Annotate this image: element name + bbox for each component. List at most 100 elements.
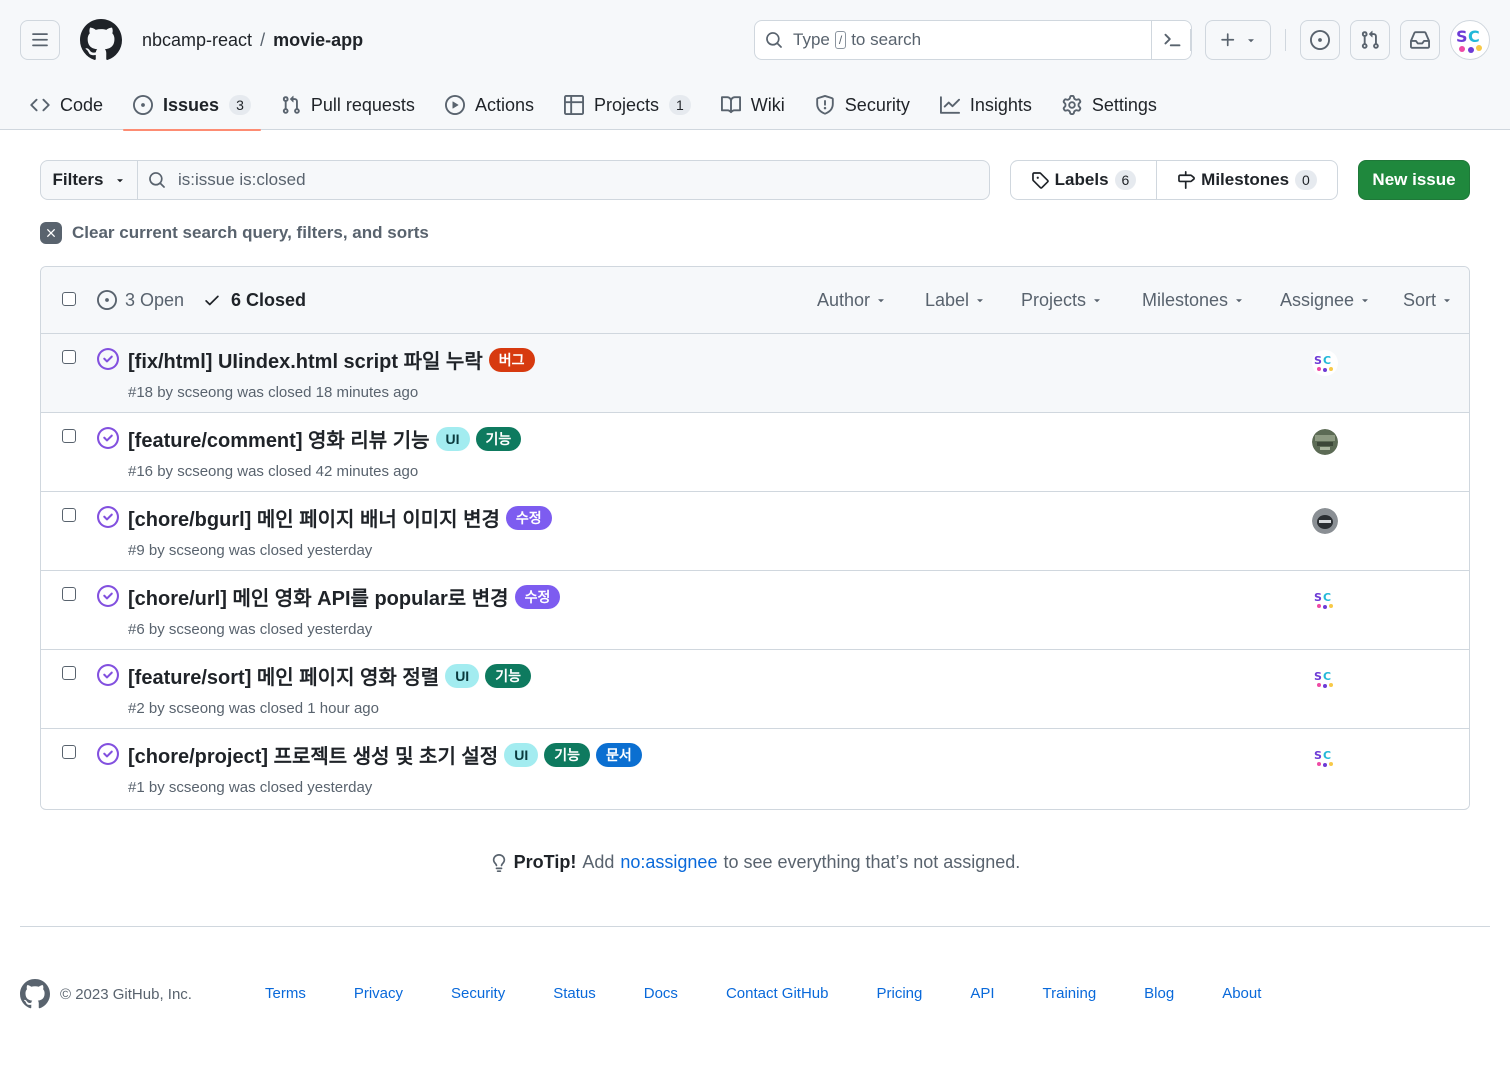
github-mark-icon[interactable] bbox=[20, 979, 50, 1009]
new-issue-button[interactable]: New issue bbox=[1358, 160, 1470, 200]
triangle-down-icon bbox=[1236, 299, 1242, 303]
issue-label[interactable]: 기능 bbox=[485, 663, 531, 688]
issue-label[interactable]: UI bbox=[435, 426, 470, 451]
milestones-filter-dropdown[interactable]: Milestones bbox=[1142, 290, 1245, 311]
filters-dropdown-button[interactable]: Filters bbox=[40, 160, 138, 200]
issue-row[interactable]: [chore/project] 프로젝트 생성 및 초기 설정 UI 기능 문서 #1 … bbox=[41, 729, 1469, 808]
issue-row[interactable]: [feature/sort] 메인 페이지 영화 정렬 UI 기능 #2 by scs… bbox=[41, 650, 1469, 729]
command-palette-button[interactable] bbox=[1151, 21, 1191, 59]
issue-label[interactable]: UI bbox=[445, 663, 480, 688]
footer-link-blog[interactable]: Blog bbox=[1144, 985, 1174, 1002]
light-bulb-icon bbox=[492, 853, 505, 872]
issue-title-link[interactable]: [chore/url] 메인 영화 API를 popular로 변경 bbox=[128, 582, 509, 611]
tab-label: Projects bbox=[593, 94, 659, 115]
search-icon bbox=[766, 32, 782, 48]
protip-link[interactable]: no:assignee bbox=[620, 852, 717, 873]
your-pull-requests-button[interactable] bbox=[1350, 20, 1390, 60]
issue-search-input[interactable] bbox=[178, 170, 878, 190]
sort-dropdown[interactable]: Sort bbox=[1403, 290, 1453, 311]
tab-security[interactable]: Security bbox=[805, 80, 920, 130]
issue-label[interactable]: 버그 bbox=[488, 347, 535, 372]
tab-insights[interactable]: Insights bbox=[930, 80, 1042, 130]
github-logo-icon[interactable] bbox=[80, 19, 122, 61]
issue-title-link[interactable]: [feature/sort] 메인 페이지 영화 정렬 bbox=[128, 661, 439, 690]
footer-link-privacy[interactable]: Privacy bbox=[354, 985, 403, 1002]
tab-settings[interactable]: Settings bbox=[1052, 80, 1167, 130]
issues-list: 3 Open 6 Closed Author Label Projects Mi… bbox=[40, 266, 1470, 810]
issue-closed-icon bbox=[97, 427, 119, 449]
issue-label[interactable]: 기능 bbox=[544, 742, 590, 767]
labels-milestones-group: Labels 6 Milestones 0 bbox=[1010, 160, 1338, 200]
svg-text:C: C bbox=[1468, 27, 1480, 46]
projects-filter-dropdown[interactable]: Projects bbox=[1021, 290, 1103, 311]
user-avatar[interactable]: SC bbox=[1450, 20, 1490, 60]
notifications-button[interactable] bbox=[1400, 20, 1440, 60]
author-filter-dropdown[interactable]: Author bbox=[817, 290, 887, 311]
assignee-filter-dropdown[interactable]: Assignee bbox=[1280, 290, 1371, 311]
footer-link-terms[interactable]: Terms bbox=[265, 985, 306, 1002]
issue-title-link[interactable]: [chore/bgurl] 메인 페이지 배너 이미지 변경 bbox=[128, 503, 500, 532]
issue-checkbox[interactable] bbox=[62, 745, 76, 759]
issue-checkbox[interactable] bbox=[62, 666, 76, 680]
issue-title-line: [fix/html] UIindex.html script 파일 누락 버그 bbox=[128, 345, 535, 374]
global-search-input[interactable]: Type / to search bbox=[754, 20, 1192, 60]
tab-actions[interactable]: Actions bbox=[435, 80, 544, 130]
issue-row[interactable]: [chore/url] 메인 영화 API를 popular로 변경 수정 #6 b… bbox=[41, 571, 1469, 650]
clear-search-link[interactable]: Clear current search query, filters, and… bbox=[40, 222, 429, 244]
issue-row[interactable]: [feature/comment] 영화 리뷰 기능 UI 기능 #16 by scs… bbox=[41, 413, 1469, 492]
footer-link-pricing[interactable]: Pricing bbox=[876, 985, 922, 1002]
open-issues-filter[interactable]: 3 Open bbox=[97, 290, 184, 311]
labels-button[interactable]: Labels 6 bbox=[1011, 161, 1156, 199]
issue-checkbox[interactable] bbox=[62, 350, 76, 364]
select-all-checkbox[interactable] bbox=[62, 292, 76, 306]
issue-label[interactable]: 수정 bbox=[505, 505, 552, 530]
issue-label[interactable]: 문서 bbox=[595, 742, 642, 767]
tab-code[interactable]: Code bbox=[20, 80, 113, 130]
footer-link-training[interactable]: Training bbox=[1043, 985, 1097, 1002]
issue-checkbox[interactable] bbox=[62, 587, 76, 601]
issue-label[interactable]: 기능 bbox=[475, 426, 522, 451]
footer-copyright: © 2023 GitHub, Inc. bbox=[60, 985, 192, 1003]
tab-projects[interactable]: Projects 1 bbox=[554, 80, 701, 130]
footer-link-about[interactable]: About bbox=[1222, 985, 1261, 1002]
issue-row[interactable]: [fix/html] UIindex.html script 파일 누락 버그 #1… bbox=[41, 334, 1469, 413]
repo-owner-link[interactable]: nbcamp-react bbox=[142, 30, 252, 51]
filters-label: Filters bbox=[52, 170, 104, 189]
search-shortcut-key: / bbox=[834, 31, 847, 49]
issue-label[interactable]: 수정 bbox=[514, 584, 561, 609]
assignee-avatar[interactable] bbox=[1312, 429, 1338, 455]
header-actions: SC bbox=[1186, 20, 1490, 60]
issue-checkbox[interactable] bbox=[62, 429, 76, 443]
footer-link-api[interactable]: API bbox=[970, 985, 994, 1002]
label-filter-dropdown[interactable]: Label bbox=[925, 290, 986, 311]
footer-link-security[interactable]: Security bbox=[451, 985, 505, 1002]
footer-link-status[interactable]: Status bbox=[553, 985, 596, 1002]
repo-name-link[interactable]: movie-app bbox=[273, 30, 363, 51]
create-new-button[interactable] bbox=[1205, 20, 1271, 60]
tab-label: Actions bbox=[474, 94, 534, 115]
selector-label: Assignee bbox=[1280, 289, 1355, 310]
issue-title-link[interactable]: [feature/comment] 영화 리뷰 기능 bbox=[128, 424, 430, 453]
issue-checkbox[interactable] bbox=[62, 508, 76, 522]
tab-wiki[interactable]: Wiki bbox=[711, 80, 795, 130]
footer-link-contact-github[interactable]: Contact GitHub bbox=[726, 985, 829, 1002]
closed-issues-filter[interactable]: 6 Closed bbox=[203, 290, 306, 311]
menu-button[interactable] bbox=[20, 20, 60, 60]
issue-title-link[interactable]: [fix/html] UIindex.html script 파일 누락 bbox=[128, 345, 483, 374]
assignee-avatar[interactable]: SC bbox=[1312, 350, 1338, 376]
filter-group: Filters bbox=[40, 160, 990, 200]
issue-label[interactable]: UI bbox=[504, 742, 539, 767]
your-issues-button[interactable] bbox=[1300, 20, 1340, 60]
selector-label: Milestones bbox=[1142, 289, 1229, 310]
issue-title-link[interactable]: [chore/project] 프로젝트 생성 및 초기 설정 bbox=[128, 740, 498, 769]
assignee-avatar[interactable]: SC bbox=[1312, 666, 1338, 692]
footer-link-docs[interactable]: Docs bbox=[644, 985, 678, 1002]
assignee-avatar[interactable] bbox=[1312, 508, 1338, 534]
tab-issues[interactable]: Issues 3 bbox=[123, 80, 261, 131]
milestones-button[interactable]: Milestones 0 bbox=[1156, 161, 1337, 199]
assignee-avatar[interactable]: SC bbox=[1312, 745, 1338, 771]
issue-row[interactable]: [chore/bgurl] 메인 페이지 배너 이미지 변경 수정 #9 by sc… bbox=[41, 492, 1469, 571]
breadcrumb-separator: / bbox=[260, 29, 266, 50]
assignee-avatar[interactable]: SC bbox=[1312, 587, 1338, 613]
tab-pull-requests[interactable]: Pull requests bbox=[271, 80, 425, 130]
